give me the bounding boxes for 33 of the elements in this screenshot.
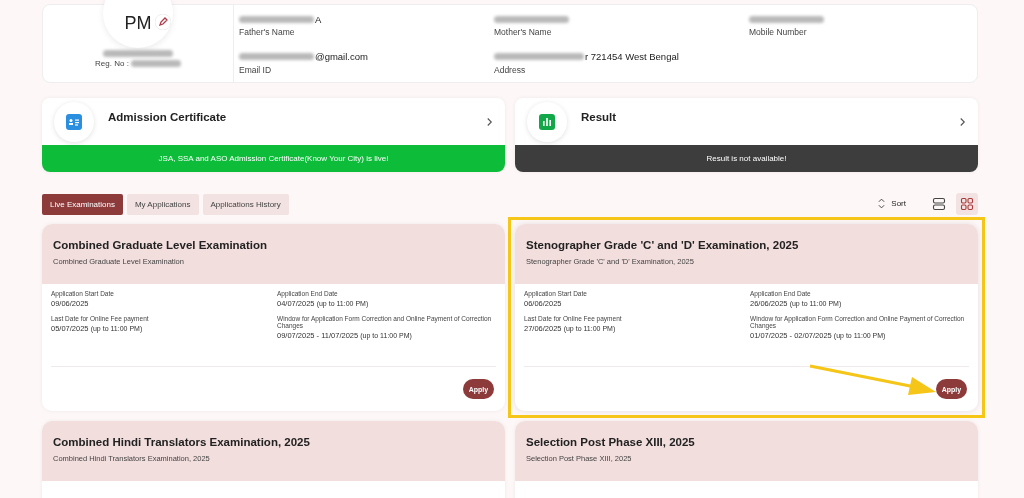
field-label: Email ID <box>239 64 273 75</box>
sort-icon <box>878 198 886 209</box>
exam-title: Selection Post Phase XIII, 2025 <box>526 436 696 448</box>
grid-view-button[interactable] <box>956 192 978 215</box>
avatar-initials: PM <box>124 13 152 34</box>
field-value: @gmail.com <box>315 51 368 62</box>
chevron-right-icon <box>486 116 493 127</box>
field-value: r 721454 West Bengal <box>585 51 679 62</box>
sort-button[interactable]: Sort <box>872 197 912 210</box>
exam-title: Combined Graduate Level Examination <box>53 239 269 251</box>
exam-title: Combined Hindi Translators Examination, 2025 <box>53 436 311 448</box>
tab[interactable]: My Applications <box>126 194 199 215</box>
tab[interactable]: Applications History <box>202 194 289 215</box>
exam-title: Stenographer Grade 'C' and 'D' Examination, 2025 <box>526 239 800 251</box>
tab[interactable]: Live Examinations <box>42 194 123 215</box>
list-view-icon <box>932 196 946 211</box>
service-card[interactable]: Admission Certificate JSA, SSA and ASO Admission Certificate(Know Your City) is live! <box>42 98 505 172</box>
service-card[interactable]: Result Result is not available! <box>515 98 978 172</box>
status-banner: JSA, SSA and ASO Admission Certificate(Know Your City) is live! <box>42 145 505 172</box>
service-title: Admission Certificate <box>108 111 228 123</box>
field-label: Mother's Name <box>494 27 553 37</box>
field-value: A <box>315 13 322 25</box>
bar-chart-icon <box>539 113 555 130</box>
field-label: Mobile Number <box>749 27 808 37</box>
grid-view-icon <box>960 196 974 211</box>
id-card-icon <box>66 113 82 130</box>
chevron-right-icon <box>959 116 966 127</box>
field-label: Father's Name <box>239 27 296 37</box>
field-label: Address <box>494 64 527 75</box>
status-banner: Result is not available! <box>515 145 978 172</box>
service-title: Result <box>581 111 618 123</box>
edit-icon[interactable] <box>155 14 171 30</box>
reg-label: Reg. No : <box>95 59 129 68</box>
